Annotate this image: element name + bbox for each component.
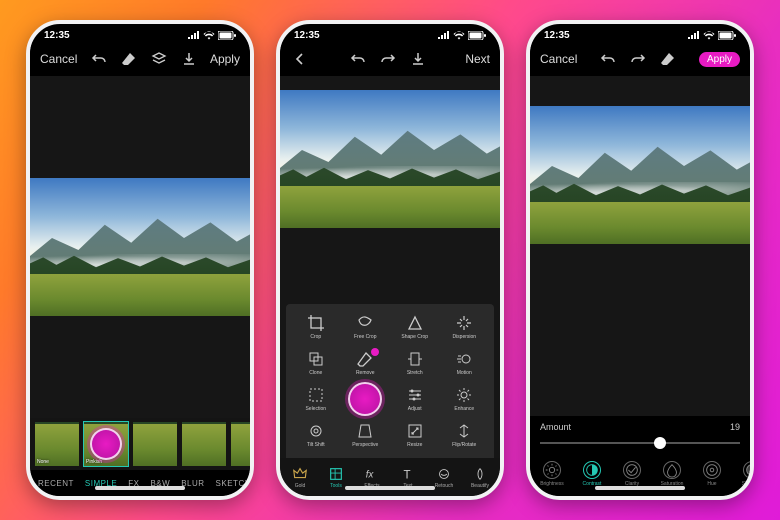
back-icon[interactable]: [290, 48, 310, 70]
svg-text:T: T: [404, 469, 411, 481]
cat-sketch[interactable]: SKETCH: [216, 479, 251, 488]
phone-mock-3: 12:35 Cancel Apply Amount 19: [526, 20, 754, 500]
tool-clone[interactable]: Clone: [292, 346, 340, 380]
eraser-icon[interactable]: [658, 48, 678, 70]
cat-bw[interactable]: B&W: [150, 479, 170, 488]
amount-value: 19: [730, 422, 740, 432]
filter-thumb-selected[interactable]: Pinkish: [83, 421, 129, 467]
filter-thumb[interactable]: [132, 421, 178, 467]
cancel-button[interactable]: Cancel: [540, 48, 577, 70]
photo-landscape: [280, 90, 500, 228]
amount-label: Amount: [540, 422, 571, 432]
tool-crop[interactable]: Crop: [292, 310, 340, 344]
battery-icon: [218, 31, 236, 40]
adjust-brightness[interactable]: Brightness: [532, 461, 572, 487]
tool-perspective[interactable]: Perspective: [342, 418, 390, 452]
redo-icon[interactable]: [378, 48, 398, 70]
tool-selection[interactable]: Selection: [292, 382, 340, 416]
nav-beautify[interactable]: Beautify: [462, 466, 498, 489]
tool-curves[interactable]: Curves: [342, 382, 390, 416]
status-icons: [438, 31, 486, 40]
eraser-icon[interactable]: [119, 48, 139, 70]
notch: [90, 24, 190, 40]
tool-adjust[interactable]: Adjust: [391, 382, 439, 416]
filter-thumb[interactable]: [181, 421, 227, 467]
apply-button[interactable]: Apply: [210, 48, 240, 70]
undo-icon[interactable]: [348, 48, 368, 70]
tool-enhance[interactable]: Enhance: [441, 382, 489, 416]
undo-icon[interactable]: [89, 48, 109, 70]
filter-strip: None Pinkish: [30, 418, 250, 470]
tools-grid: CropFree CropShape CropDispersionCloneRe…: [286, 304, 494, 458]
battery-icon: [718, 31, 736, 40]
canvas[interactable]: [30, 76, 250, 418]
cat-simple[interactable]: SIMPLE: [85, 479, 117, 488]
bottom-nav: GoldToolsfxEffectsTTextRetouchBeautify: [280, 458, 500, 496]
svg-text:fx: fx: [366, 469, 375, 480]
wifi-icon: [453, 31, 465, 40]
nav-tools[interactable]: Tools: [318, 466, 354, 489]
next-button[interactable]: Next: [465, 48, 490, 70]
undo-icon[interactable]: [598, 48, 618, 70]
amount-slider[interactable]: [540, 434, 740, 452]
filter-thumb[interactable]: [230, 421, 250, 467]
notch: [590, 24, 690, 40]
signal-icon: [188, 31, 200, 39]
canvas[interactable]: [530, 76, 750, 416]
tool-dispersion[interactable]: Dispersion: [441, 310, 489, 344]
photo-landscape: [530, 106, 750, 244]
adjust-saturation[interactable]: Saturation: [652, 461, 692, 487]
canvas[interactable]: CropFree CropShape CropDispersionCloneRe…: [280, 76, 500, 458]
signal-icon: [688, 31, 700, 39]
status-icons: [688, 31, 736, 40]
download-icon[interactable]: [408, 48, 428, 70]
status-time: 12:35: [294, 30, 320, 41]
wifi-icon: [703, 31, 715, 40]
category-bar: RECENT SIMPLE FX B&W BLUR SKETCH CO: [30, 470, 250, 496]
top-bar: Next: [280, 42, 500, 76]
cat-blur[interactable]: BLUR: [181, 479, 204, 488]
tool-remove[interactable]: Remove: [342, 346, 390, 380]
tool-shape-crop[interactable]: Shape Crop: [391, 310, 439, 344]
cat-recent[interactable]: RECENT: [38, 479, 74, 488]
filter-thumb-none[interactable]: None: [34, 421, 80, 467]
adjust-clarity[interactable]: Clarity: [612, 461, 652, 487]
photo-landscape: [30, 178, 250, 316]
adjust-bar: BrightnessContrastClaritySaturationHueSh…: [530, 452, 750, 496]
tool-flip-rotate[interactable]: Flip/Rotate: [441, 418, 489, 452]
status-icons: [188, 31, 236, 40]
layers-icon[interactable]: [149, 48, 169, 70]
top-bar: Cancel Apply: [30, 42, 250, 76]
nav-effects[interactable]: fxEffects: [354, 466, 390, 489]
cancel-button[interactable]: Cancel: [40, 48, 77, 70]
status-time: 12:35: [544, 30, 570, 41]
gradient-background: 12:35 Cancel Apply None Pinkish: [0, 0, 780, 520]
phone-mock-2: 12:35 Next CropFree CropShape CropDisper…: [276, 20, 504, 500]
phone-mock-1: 12:35 Cancel Apply None Pinkish: [26, 20, 254, 500]
status-time: 12:35: [44, 30, 70, 41]
signal-icon: [438, 31, 450, 39]
nav-text[interactable]: TText: [390, 466, 426, 489]
adjust-shadows[interactable]: Shadows: [732, 461, 750, 487]
download-icon[interactable]: [179, 48, 199, 70]
nav-gold[interactable]: Gold: [282, 466, 318, 489]
redo-icon[interactable]: [628, 48, 648, 70]
tool-stretch[interactable]: Stretch: [391, 346, 439, 380]
tool-motion[interactable]: Motion: [441, 346, 489, 380]
battery-icon: [468, 31, 486, 40]
amount-row: Amount 19: [530, 416, 750, 452]
tool-resize[interactable]: Resize: [391, 418, 439, 452]
cat-fx[interactable]: FX: [128, 479, 139, 488]
apply-pill-button[interactable]: Apply: [699, 52, 740, 67]
adjust-contrast[interactable]: Contrast: [572, 461, 612, 487]
wifi-icon: [203, 31, 215, 40]
tool-free-crop[interactable]: Free Crop: [342, 310, 390, 344]
tool-tilt-shift[interactable]: Tilt Shift: [292, 418, 340, 452]
nav-retouch[interactable]: Retouch: [426, 466, 462, 489]
top-bar: Cancel Apply: [530, 42, 750, 76]
notch: [340, 24, 440, 40]
adjust-hue[interactable]: Hue: [692, 461, 732, 487]
